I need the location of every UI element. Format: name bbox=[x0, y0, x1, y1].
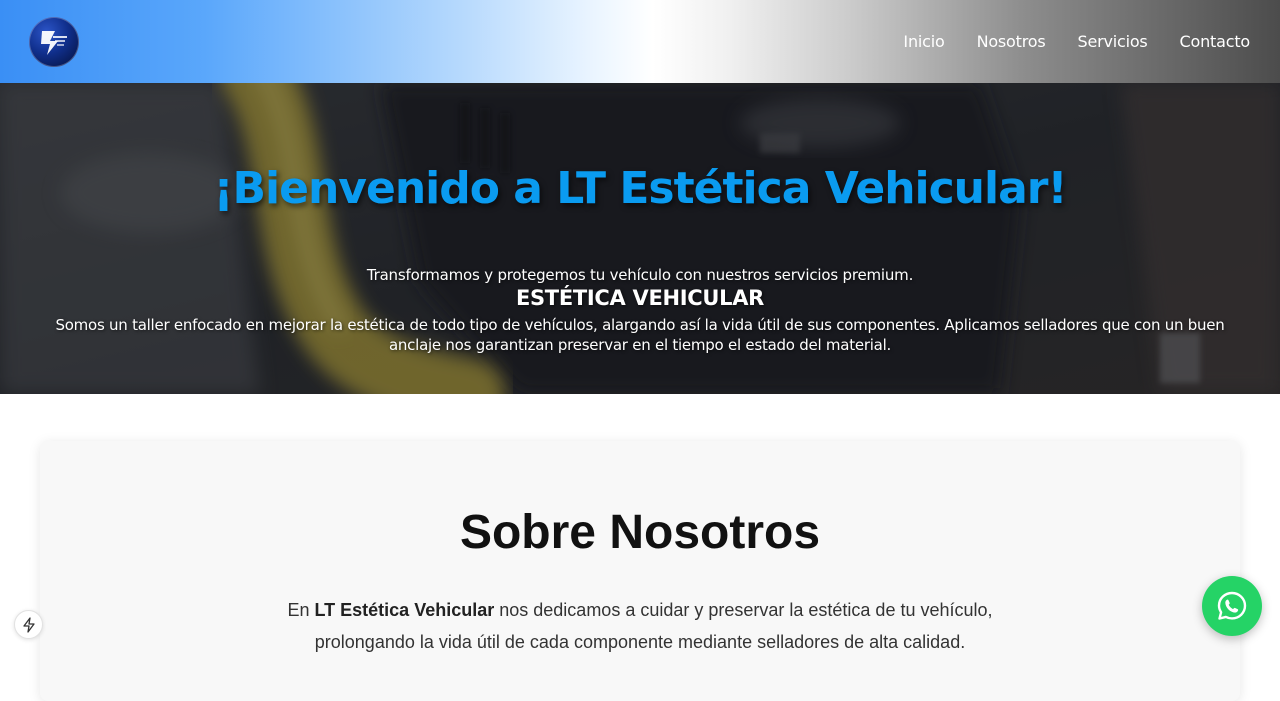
hero-subtitle: ESTÉTICA VEHICULAR bbox=[515, 286, 765, 310]
site-header: Inicio Nosotros Servicios Contacto bbox=[0, 0, 1280, 83]
hero-section: ¡Bienvenido a LT Estética Vehicular! Tra… bbox=[0, 83, 1280, 394]
hero-description: Somos un taller enfocado en mejorar la e… bbox=[55, 316, 1225, 354]
nav-link-servicios[interactable]: Servicios bbox=[1077, 32, 1147, 51]
about-brand-name: LT Estética Vehicular bbox=[314, 600, 495, 620]
main-nav: Inicio Nosotros Servicios Contacto bbox=[903, 0, 1250, 83]
about-text-intro: En bbox=[287, 600, 315, 620]
whatsapp-button[interactable] bbox=[1202, 576, 1262, 636]
about-title: Sobre Nosotros bbox=[459, 506, 821, 559]
hero-title: ¡Bienvenido a LT Estética Vehicular! bbox=[213, 163, 1067, 214]
nav-link-inicio[interactable]: Inicio bbox=[903, 32, 944, 51]
whatsapp-icon bbox=[1217, 591, 1247, 620]
about-section: Sobre Nosotros En LT Estética Vehicular … bbox=[40, 441, 1240, 701]
nav-link-contacto[interactable]: Contacto bbox=[1180, 32, 1251, 51]
hero-tagline: Transformamos y protegemos tu vehículo c… bbox=[366, 266, 914, 284]
lightning-bolt-icon[interactable] bbox=[14, 610, 43, 639]
lightning-logo-icon[interactable] bbox=[29, 17, 79, 67]
about-text: En LT Estética Vehicular nos dedicamos a… bbox=[240, 594, 1040, 658]
nav-link-nosotros[interactable]: Nosotros bbox=[977, 32, 1046, 51]
